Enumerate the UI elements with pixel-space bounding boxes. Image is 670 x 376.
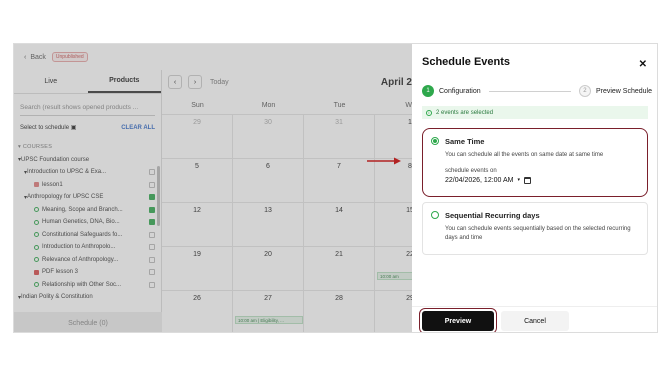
option-sequential[interactable]: Sequential Recurring days You can schedu… [422,202,648,255]
selection-info-text: 2 events are selected [436,109,494,116]
option-description: You can schedule events sequentially bas… [445,226,631,241]
step-1-label: Configuration [439,87,481,95]
calendar-icon[interactable] [524,176,532,184]
option-description: You can schedule all the events on same … [445,152,604,158]
schedule-events-modal: Schedule Events ✕ 1 Configuration 2 Prev… [412,44,657,332]
stepper: 1 Configuration 2 Preview Schedule [422,84,652,98]
cancel-button[interactable]: Cancel [501,311,569,331]
schedule-date-label: schedule events on [445,167,497,174]
step-1-number: 1 [422,85,434,97]
step-2-label: Preview Schedule [595,87,652,95]
step-connector [488,90,571,92]
modal-title: Schedule Events [422,56,511,68]
preview-button[interactable]: Preview [419,308,497,332]
scheduler-app: ‹ Back Unpublished Live Products Search … [14,44,446,332]
schedule-datetime-input[interactable]: 22/04/2026, 12:00 AM ▾ [445,176,637,184]
dim-overlay [14,44,412,332]
radio-sequential[interactable] [431,211,439,219]
option-same-time[interactable]: Same Time You can schedule all the event… [422,128,648,197]
annotation-arrow [367,157,401,165]
option-title: Same Time [445,137,485,146]
chevron-down-icon: ▾ [517,177,521,183]
app-frame: ‹ Back Unpublished Live Products Search … [13,43,658,333]
radio-same-time[interactable] [431,137,439,145]
info-icon: i [426,109,432,116]
close-icon[interactable]: ✕ [639,59,647,70]
modal-footer: Preview Cancel [412,306,657,332]
selection-info-bar: i 2 events are selected [422,106,648,119]
step-2-number: 2 [578,85,591,97]
option-title: Sequential Recurring days [445,211,540,220]
